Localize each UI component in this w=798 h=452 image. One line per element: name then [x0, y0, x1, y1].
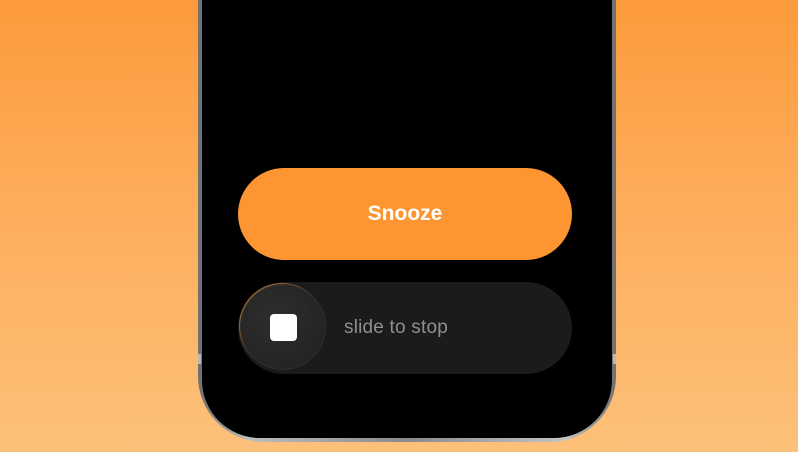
stop-icon: [269, 313, 297, 341]
frame-antenna-band-left: [198, 354, 201, 364]
snooze-button[interactable]: Snooze: [238, 168, 572, 260]
slider-knob[interactable]: [240, 284, 326, 370]
alarm-background: Snooze slide to stop: [0, 0, 798, 452]
phone-screen: Snooze slide to stop: [202, 0, 612, 438]
phone-frame: Snooze slide to stop: [198, 0, 616, 442]
frame-antenna-band-right: [613, 354, 616, 364]
slide-to-stop-slider[interactable]: slide to stop: [238, 282, 572, 374]
slider-label: slide to stop: [344, 317, 448, 338]
